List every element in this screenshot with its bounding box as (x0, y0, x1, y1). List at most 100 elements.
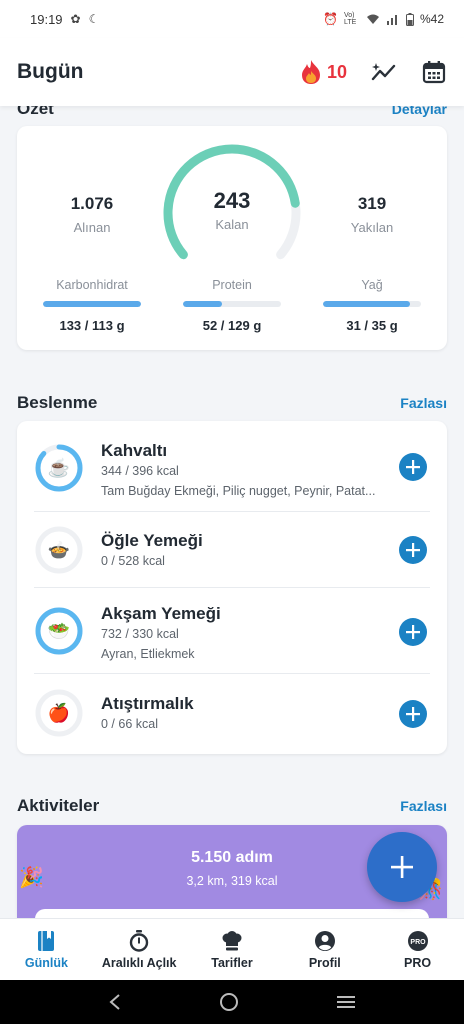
plus-icon (406, 543, 420, 557)
macro-bar (323, 301, 421, 307)
divider (34, 673, 430, 674)
nav-item-fasting[interactable]: Aralıklı Açlık (93, 919, 186, 980)
home-icon[interactable] (219, 992, 239, 1012)
streak-button[interactable]: 10 (300, 59, 347, 85)
macro-fat: Yağ 31 / 35 g (317, 278, 427, 333)
add-dinner-button[interactable] (399, 618, 427, 646)
plus-icon (406, 625, 420, 639)
pro-badge-icon: PRO (407, 930, 428, 951)
macro-fill (43, 301, 141, 307)
nutrition-more-link[interactable]: Fazlası (400, 395, 447, 411)
meal-name: Atıştırmalık (101, 694, 194, 713)
remaining-value: 243 (213, 188, 251, 213)
burned-value: 319 (357, 194, 387, 213)
summary-details-link[interactable]: Detaylar (392, 106, 447, 117)
nav-label: Profil (308, 955, 341, 970)
system-nav-bar (0, 980, 464, 1024)
add-lunch-button[interactable] (399, 536, 427, 564)
meal-kcal: 344 / 396 kcal (101, 464, 179, 478)
nav-item-profile[interactable]: Profil (278, 919, 371, 980)
summary-title: Özet (17, 106, 54, 118)
battery-level: %42 (419, 12, 444, 26)
svg-text:PRO: PRO (410, 939, 426, 946)
nav-label: PRO (404, 955, 432, 970)
moon-icon: ☾ (88, 12, 100, 26)
meals-card: ☕ Kahvaltı 344 / 396 kcal Tam Buğday Ekm… (17, 421, 447, 754)
divider (34, 587, 430, 588)
profile-icon (314, 930, 335, 951)
activities-header: Aktiviteler Fazlası (17, 796, 447, 816)
summary-card[interactable]: 1.076 Alınan 243 Kalan 319 Yakılan Karbo… (17, 126, 447, 350)
macro-value: 31 / 35 g (346, 318, 398, 333)
eaten-stat: 1.076 Alınan (37, 194, 147, 235)
activities-more-link[interactable]: Fazlası (400, 798, 447, 814)
macro-bar (43, 301, 141, 307)
macro-label: Yağ (361, 278, 383, 292)
recent-apps-icon[interactable] (336, 994, 356, 1010)
calendar-icon (422, 61, 446, 84)
volte-icon: Vo) LTE (343, 12, 357, 26)
activities-title: Aktiviteler (17, 796, 100, 815)
apple-icon: 🍎 (47, 702, 71, 723)
nutrition-header: Beslenme Fazlası (17, 393, 447, 413)
macro-fill (183, 301, 223, 307)
calendar-button[interactable] (421, 59, 447, 85)
trends-button[interactable] (371, 59, 397, 85)
sparkle-chart-icon (371, 63, 396, 81)
nutrition-title: Beslenme (17, 393, 98, 412)
salad-bowl-icon: 🥗 (47, 620, 71, 641)
bottom-nav: Günlük Aralıklı Açlık Tarifler Profil PR… (0, 918, 464, 980)
signal-icon (386, 15, 397, 25)
streak-count: 10 (326, 61, 347, 82)
diary-icon (38, 930, 55, 951)
calorie-ring: 243 Kalan (154, 140, 310, 280)
add-breakfast-button[interactable] (399, 453, 427, 481)
macro-value: 52 / 129 g (202, 318, 262, 333)
meal-name: Kahvaltı (101, 441, 168, 460)
page-title: Bugün (17, 60, 84, 83)
divider (34, 511, 430, 512)
meal-name: Akşam Yemeği (101, 604, 221, 623)
stopwatch-icon (129, 929, 149, 952)
eaten-label: Alınan (73, 220, 111, 235)
macro-label: Protein (212, 278, 252, 292)
nav-item-diary[interactable]: Günlük (0, 919, 93, 980)
meal-kcal: 0 / 528 kcal (101, 554, 165, 568)
meal-kcal: 732 / 330 kcal (101, 627, 179, 641)
burned-label: Yakılan (350, 220, 394, 235)
plus-icon (391, 856, 413, 878)
macro-carbs: Karbonhidrat 133 / 113 g (37, 278, 147, 333)
meal-name: Öğle Yemeği (101, 531, 203, 550)
status-time: 19:19 (30, 11, 63, 27)
remaining-label: Kalan (215, 217, 249, 232)
nav-item-recipes[interactable]: Tarifler (186, 919, 279, 980)
nav-label: Tarifler (211, 955, 253, 970)
chef-hat-icon (222, 930, 242, 950)
activity-inner-panel (35, 909, 429, 918)
summary-header: Özet Detaylar (17, 106, 447, 119)
alarm-icon: ⏰ (323, 12, 338, 26)
diary-content[interactable]: Özet Detaylar 1.076 Alınan 243 Kalan 319… (0, 106, 464, 918)
eaten-value: 1.076 (70, 194, 114, 213)
macro-bar (183, 301, 281, 307)
coffee-cup-icon: ☕ (47, 457, 71, 478)
app-header: Bugün 10 (0, 38, 464, 106)
nav-label: Aralıklı Açlık (101, 955, 177, 970)
cooking-pot-icon: 🍲 (47, 539, 71, 560)
burned-stat: 319 Yakılan (317, 194, 427, 235)
nav-label: Günlük (24, 955, 68, 970)
nav-item-pro[interactable]: PRO PRO (371, 919, 464, 980)
macro-fill (323, 301, 411, 307)
status-bar: 19:19 ✿ ☾ ⏰ Vo) LTE %42 (0, 0, 464, 38)
wifi-icon (366, 14, 379, 24)
plus-icon (406, 707, 420, 721)
macro-label: Karbonhidrat (56, 278, 128, 292)
add-snack-button[interactable] (399, 700, 427, 728)
back-icon[interactable] (108, 993, 122, 1011)
plus-icon (406, 460, 420, 474)
meal-items: Tam Buğday Ekmeği, Piliç nugget, Peynir,… (101, 484, 376, 498)
meal-kcal: 0 / 66 kcal (101, 717, 158, 731)
add-fab-button[interactable] (367, 832, 437, 902)
battery-icon (405, 12, 414, 26)
flame-icon (301, 60, 320, 84)
